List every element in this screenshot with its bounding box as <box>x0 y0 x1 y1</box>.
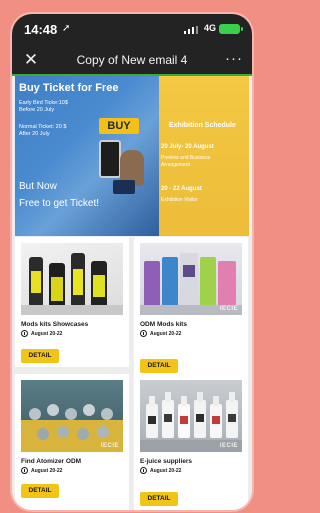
iecie-logo: IECIE <box>100 443 119 449</box>
schedule-date-1: 20 July- 20 August <box>161 144 214 150</box>
card-date: August 20-22 <box>31 468 63 474</box>
nav-bar: ✕ Copy of New email 4 ··· <box>12 46 252 74</box>
phone-illustration-icon <box>99 140 121 178</box>
clock-icon <box>140 330 147 337</box>
card-title: ODM Mods kits <box>140 321 187 328</box>
product-card: Mods kits Showcases August 20-22 DETAIL <box>15 237 129 367</box>
detail-button[interactable]: DETAIL <box>140 359 178 373</box>
ticket-banner: Buy Ticket for Free Early Bird Ticke:10$… <box>15 76 159 236</box>
mods-kits-image[interactable] <box>21 243 123 315</box>
detail-button[interactable]: DETAIL <box>140 492 178 506</box>
normal-ticket-deadline: After 20 July <box>19 131 50 137</box>
battery-icon <box>219 24 243 34</box>
detail-button[interactable]: DETAIL <box>21 349 59 363</box>
schedule-date-2: 20 - 22 August <box>161 186 202 192</box>
detail-button[interactable]: DETAIL <box>21 484 59 498</box>
schedule-note-2: Exhibition Visitor <box>161 197 198 203</box>
buy-badge: BUY <box>99 118 139 134</box>
product-card: IECIE ODM Mods kits August 20-22 DETAIL <box>134 237 248 379</box>
schedule-banner: Exhibition Schedule 20 July- 20 August P… <box>159 76 249 236</box>
card-title: Find Atomizer ODM <box>21 458 82 465</box>
schedule-heading: Exhibition Schedule <box>169 122 236 129</box>
card-date: August 20-22 <box>31 331 63 337</box>
status-time: 14:48 <box>24 22 58 37</box>
signal-icon <box>184 26 198 34</box>
phone-screen: 14:48 ➚ 4G ✕ Copy of New email 4 ··· Buy… <box>12 14 252 510</box>
clock-icon <box>21 330 28 337</box>
banner-cta-line2: Free to get Ticket! <box>19 198 100 209</box>
odm-mods-image[interactable]: IECIE <box>140 243 242 315</box>
passport-illustration-icon <box>113 180 135 194</box>
iecie-logo: IECIE <box>219 306 238 312</box>
ejuice-image[interactable]: IECIE <box>140 380 242 452</box>
hero-banner[interactable]: Buy Ticket for Free Early Bird Ticke:10$… <box>15 76 249 236</box>
location-arrow-icon: ➚ <box>62 23 71 34</box>
normal-ticket-text: Normal Ticket: 20 $ After 20 July <box>19 124 89 138</box>
product-card: IECIE Find Atomizer ODM August 20-22 DET… <box>15 374 129 510</box>
banner-cta-line1: But Now <box>19 181 57 192</box>
clock-icon <box>21 467 28 474</box>
atomizer-image[interactable]: IECIE <box>21 380 123 452</box>
card-title: Mods kits Showcases <box>21 321 89 328</box>
early-bird-price: Early Bird Ticke:10$ <box>19 100 68 106</box>
page-title: Copy of New email 4 <box>76 53 188 67</box>
card-date: August 20-22 <box>150 331 182 337</box>
card-title: E-juice suppliers <box>140 458 193 465</box>
normal-ticket-price: Normal Ticket: 20 $ <box>19 124 67 130</box>
iecie-logo: IECIE <box>219 443 238 449</box>
schedule-note-1-line2: Arrangement <box>161 161 190 168</box>
early-bird-text: Early Bird Ticke:10$ Before 20 July <box>19 100 89 114</box>
product-card: IECIE E-juice suppliers August 20-22 DET… <box>134 374 248 510</box>
more-options-icon[interactable]: ··· <box>222 49 246 71</box>
close-icon[interactable]: ✕ <box>20 49 42 71</box>
status-bar: 14:48 ➚ 4G <box>12 14 252 46</box>
early-bird-deadline: Before 20 July <box>19 107 55 113</box>
card-date: August 20-22 <box>150 468 182 474</box>
network-type: 4G <box>203 23 216 33</box>
banner-title: Buy Ticket for Free <box>19 82 119 94</box>
clock-icon <box>140 467 147 474</box>
schedule-note-1: Preview and Business Arrangement <box>161 155 241 168</box>
